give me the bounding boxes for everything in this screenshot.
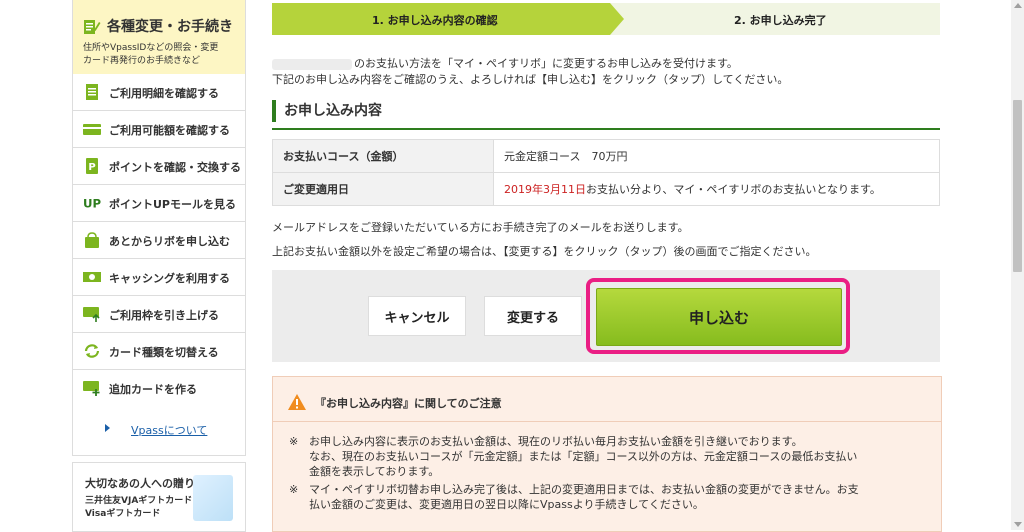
card-add-icon — [83, 381, 100, 396]
sidebar-item-label: キャッシングを利用する — [109, 272, 230, 285]
caution-divider — [273, 421, 941, 422]
scroll-up-arrow-icon[interactable] — [1014, 3, 1022, 8]
gift-card-image — [193, 475, 233, 521]
step-arrow — [610, 3, 624, 35]
section-title: お申し込み内容 — [272, 100, 382, 122]
caution-box: 『お申し込み内容』に関してのご注意 ※ お申し込み内容に表示のお支払い金額は、現… — [272, 376, 942, 532]
sidebar-item-cashing[interactable]: キャッシングを利用する — [72, 259, 246, 296]
caution-item-2-line1: マイ・ペイすリボ切替お申し込み完了後は、上記の変更適用日までは、お支払い金額の変… — [309, 483, 859, 496]
cash-icon — [83, 272, 101, 282]
caution-title: 『お申し込み内容』に関してのご注意 — [315, 397, 502, 410]
apply-date-desc: お支払い分より、マイ・ペイすリボのお支払いとなります。 — [586, 183, 881, 196]
sidebar-header-desc: 住所やVpassIDなどの照会・変更 カード再発行のお手続きなど — [83, 42, 243, 68]
sidebar-header[interactable]: 各種変更・お手続き 住所やVpassIDなどの照会・変更 カード再発行のお手続き… — [72, 0, 246, 75]
up-icon: UP — [83, 197, 101, 211]
sidebar: 各種変更・お手続き 住所やVpassIDなどの照会・変更 カード再発行のお手続き… — [72, 0, 246, 532]
refresh-icon — [84, 344, 100, 358]
table-header-course: お支払いコース（金額） — [272, 139, 494, 173]
sidebar-item-label: カード種類を切替える — [109, 346, 219, 359]
caution-item-2-text: マイ・ペイすリボ切替お申し込み完了後は、上記の変更適用日までは、お支払い金額の変… — [309, 482, 929, 512]
bag-icon — [85, 232, 99, 248]
note-change: 上記お支払い金額以外を設定ご希望の場合は、【変更する】をクリック（タップ）後の画… — [272, 245, 817, 258]
cancel-button[interactable]: キャンセル — [368, 296, 466, 336]
scrollbar[interactable] — [1011, 0, 1024, 530]
table-value-course: 元金定額コース 70万円 — [493, 139, 940, 173]
table-header-date: ご変更適用日 — [272, 172, 494, 206]
point-icon: P — [86, 158, 98, 174]
caution-item-1-line3: 金額を表示しております。 — [309, 465, 440, 478]
svg-text:UP: UP — [83, 197, 101, 211]
intro-line2: 下記のお申し込み内容をご確認のうえ、よろしければ【申し込む】をクリック（タップ）… — [272, 73, 789, 86]
caution-item-2-line2: 払い金額のご変更は、変更適用日の翌日以降にVpassより手続きしてください。 — [309, 498, 704, 511]
sidebar-header-desc-line1: 住所やVpassIDなどの照会・変更 — [83, 43, 219, 53]
table-row: お支払いコース（金額） 元金定額コース 70万円 — [272, 139, 940, 173]
apply-date: 2019年3月11日 — [504, 183, 586, 196]
step1-label: 1. お申し込み内容の確認 — [372, 14, 498, 27]
vpass-about-link[interactable]: Vpassについて — [131, 422, 207, 438]
change-button[interactable]: 変更する — [484, 296, 582, 336]
sidebar-header-title: 各種変更・お手続き — [107, 19, 233, 35]
banner-line2: 三井住友VJAギフトカード — [85, 496, 193, 506]
table-row: ご変更適用日 2019年3月11日お支払い分より、マイ・ペイすリボのお支払いとな… — [272, 172, 940, 206]
redacted-card-name — [272, 58, 352, 70]
application-details-table: お支払いコース（金額） 元金定額コース 70万円 ご変更適用日 2019年3月1… — [272, 139, 940, 206]
sidebar-item-label: 追加カードを作る — [109, 383, 197, 396]
sidebar-item-label: ポイントUPモールを見る — [109, 198, 236, 211]
progress-steps: 1. お申し込み内容の確認 2. お申し込み完了 — [272, 3, 940, 35]
triangle-right-icon — [105, 424, 110, 432]
table-value-date: 2019年3月11日お支払い分より、マイ・ペイすリボのお支払いとなります。 — [493, 172, 940, 206]
sidebar-header-desc-line2: カード再発行のお手続きなど — [83, 56, 201, 66]
sidebar-item-add-card[interactable]: 追加カードを作る — [72, 370, 246, 407]
sidebar-item-label: ご利用可能額を確認する — [109, 124, 230, 137]
sidebar-item-available[interactable]: ご利用可能額を確認する — [72, 111, 246, 148]
sidebar-item-label: ご利用明細を確認する — [109, 87, 219, 100]
section-divider — [272, 128, 940, 130]
banner-line3: Visaギフトカード — [85, 509, 161, 519]
sidebar-item-limit[interactable]: ご利用枠を引き上げる — [72, 296, 246, 333]
card-up-icon — [83, 307, 100, 322]
note-email: メールアドレスをご登録いただいている方にお手続き完了のメールをお送りします。 — [272, 221, 689, 234]
warning-icon — [288, 394, 306, 410]
sidebar-item-label: ポイントを確認・交換する — [109, 161, 241, 174]
caution-item-1-line2: なお、現在のお支払いコースが「元金定額」または「定額」コース以外の方は、元金定額… — [309, 450, 858, 463]
scrollbar-thumb[interactable] — [1013, 100, 1022, 272]
sidebar-item-label: あとからリボを申し込む — [109, 235, 230, 248]
intro-line1-text: のお支払い方法を「マイ・ペイすリボ」に変更するお申し込みを受付けます。 — [354, 57, 738, 70]
sidebar-item-label: ご利用枠を引き上げる — [109, 309, 219, 322]
sidebar-link-area: Vpassについて — [72, 403, 246, 456]
apply-button[interactable]: 申し込む — [596, 288, 842, 346]
caution-mark: ※ — [289, 435, 299, 448]
banner-line1: 大切なあの人への贈り物 — [85, 477, 206, 490]
caution-mark: ※ — [289, 483, 299, 496]
scroll-down-arrow-icon[interactable] — [1014, 522, 1022, 527]
card-icon — [83, 124, 101, 135]
sidebar-item-switch-card[interactable]: カード種類を切替える — [72, 333, 246, 370]
gift-card-banner[interactable]: 大切なあの人への贈り物 三井住友VJAギフトカード Visaギフトカード — [72, 462, 246, 532]
document-icon — [86, 84, 98, 100]
edit-document-icon — [84, 20, 101, 34]
sidebar-item-points[interactable]: P ポイントを確認・交換する — [72, 148, 246, 185]
sidebar-item-ribo[interactable]: あとからリボを申し込む — [72, 222, 246, 259]
sidebar-item-upmall[interactable]: UP ポイントUPモールを見る — [72, 185, 246, 222]
caution-item-1-text: お申し込み内容に表示のお支払い金額は、現在のリボ払い毎月お支払い金額を引き継いで… — [309, 434, 929, 479]
svg-text:P: P — [88, 162, 95, 173]
sidebar-item-statement[interactable]: ご利用明細を確認する — [72, 74, 246, 111]
intro-line1: のお支払い方法を「マイ・ペイすリボ」に変更するお申し込みを受付けます。 — [272, 55, 738, 71]
step2-label: 2. お申し込み完了 — [734, 14, 827, 27]
caution-item-1-line1: お申し込み内容に表示のお支払い金額は、現在のリボ払い毎月お支払い金額を引き継いで… — [309, 435, 803, 448]
